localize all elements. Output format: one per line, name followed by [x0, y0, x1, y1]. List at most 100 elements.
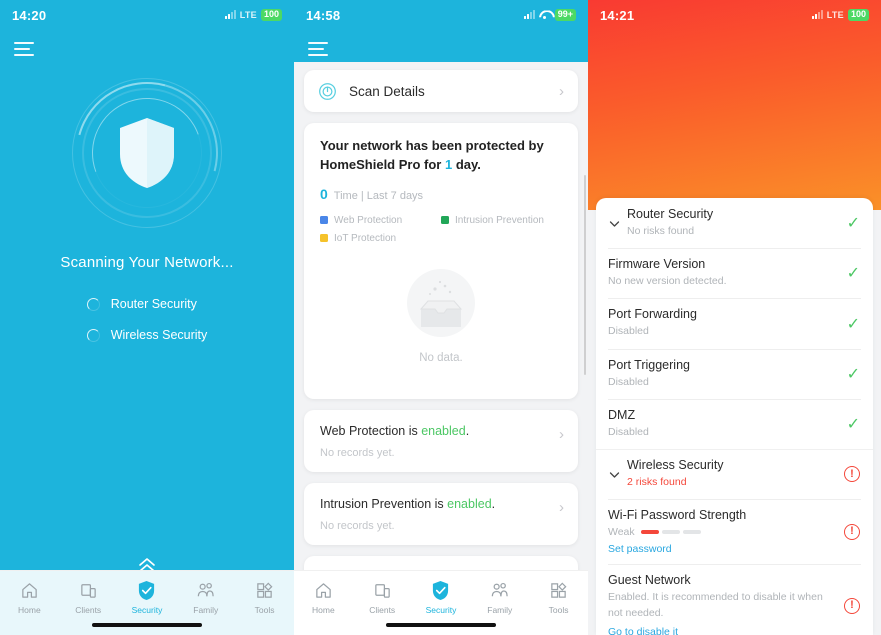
tab-family[interactable]: Family [470, 579, 529, 615]
legend-item-iot-protection: IoT Protection [320, 233, 441, 244]
tab-tools[interactable]: Tools [529, 579, 588, 615]
chevron-down-icon[interactable] [608, 217, 621, 230]
scan-area: Scanning Your Network... Router Security… [0, 56, 294, 359]
tab-label: Clients [369, 605, 396, 615]
shield-check-icon [412, 579, 471, 601]
protection-card-web[interactable]: Web Protection is enabled. No records ye… [304, 409, 578, 472]
risk-item-firmware-version[interactable]: Firmware Version No new version detected… [596, 248, 873, 298]
protection-card-intrusion[interactable]: Intrusion Prevention is enabled. No reco… [304, 482, 578, 545]
warning-icon: ! [844, 523, 860, 540]
home-indicator [386, 623, 496, 627]
people-icon [176, 579, 235, 601]
set-password-link[interactable]: Set password [608, 543, 836, 555]
bottom-tab-bar: Home Clients Security Family Tools [0, 570, 294, 635]
protection-title: Intrusion Prevention is enabled. [320, 497, 562, 511]
group-title: Wireless Security [627, 458, 724, 473]
battery-badge: 99+ [554, 9, 576, 21]
devices-icon [59, 579, 118, 601]
check-icon: ✓ [846, 415, 860, 433]
legend: Web Protection Intrusion Prevention IoT … [320, 215, 562, 251]
item-title: Firmware Version [608, 257, 706, 272]
risk-hero-background [588, 0, 881, 210]
stats-count: 0 [320, 185, 328, 202]
battery-badge: 100 [260, 9, 282, 21]
tab-label: Family [487, 605, 513, 615]
protection-subtitle: No records yet. [320, 446, 395, 459]
scan-item-list: Router Security Wireless Security [86, 297, 208, 359]
chevron-right-icon: › [559, 82, 564, 100]
hamburger-menu-icon[interactable] [14, 42, 34, 56]
wifi-icon [539, 10, 551, 20]
tab-tools[interactable]: Tools [235, 579, 294, 615]
tab-security[interactable]: Security [412, 579, 471, 615]
chevron-down-icon[interactable] [608, 468, 621, 481]
legend-label: Web Protection [334, 214, 403, 226]
risk-item-wifi-password-strength[interactable]: Wi-Fi Password Strength Weak Set passwor… [596, 499, 873, 564]
risk-item-port-triggering[interactable]: Port Triggering Disabled ✓ [596, 348, 873, 399]
scan-item-router-security: Router Security [86, 297, 208, 311]
status-indicators: LTE 100 [224, 9, 282, 21]
status-bar: 14:58 99+ [294, 0, 588, 30]
item-body: Port Forwarding Disabled [608, 307, 839, 339]
check-icon: ✓ [846, 215, 860, 233]
empty-box-icon [407, 268, 475, 337]
warning-icon: ! [844, 466, 860, 483]
scan-details-label: Scan Details [349, 83, 425, 99]
tab-security[interactable]: Security [118, 579, 177, 615]
panel2-scroll-container[interactable]: Scan Details › Your network has been pro… [294, 62, 588, 618]
risk-item-dmz[interactable]: DMZ Disabled ✓ [596, 398, 873, 449]
stats-subtitle: 0 Time | Last 7 days [320, 186, 562, 202]
password-strength-meter: Weak [608, 526, 836, 538]
go-to-disable-link[interactable]: Go to disable it [608, 626, 836, 635]
status-clock: 14:58 [306, 7, 341, 23]
legend-item-intrusion-prevention: Intrusion Prevention [441, 215, 562, 226]
group-subtitle: No risks found [627, 225, 695, 237]
grid-tools-icon [529, 579, 588, 601]
protection-suffix: . [465, 423, 470, 438]
protection-prefix: Web Protection is [320, 423, 422, 438]
loading-spinner-icon [86, 328, 100, 342]
scan-item-label: Wireless Security [110, 328, 208, 342]
strength-label: Weak [608, 526, 635, 539]
legend-label: IoT Protection [334, 232, 397, 244]
network-type-label: LTE [239, 9, 257, 20]
legend-label: Intrusion Prevention [455, 214, 544, 226]
title-suffix: day. [452, 156, 481, 172]
title-prefix: Your network has been protected by HomeS… [320, 138, 544, 172]
status-clock: 14:20 [12, 7, 47, 23]
tab-home[interactable]: Home [0, 579, 59, 615]
risk-list[interactable]: Router Security No risks found ✓ Firmwar… [596, 198, 873, 635]
status-indicators: 99+ [523, 9, 576, 21]
network-summary-card: Your network has been protected by HomeS… [304, 123, 578, 399]
shield-icon [120, 118, 174, 188]
item-subtitle: Disabled [608, 325, 649, 338]
strength-bars [640, 530, 701, 535]
chevron-right-icon: › [559, 425, 564, 443]
risk-group-wireless-security[interactable]: Wireless Security 2 risks found ! [596, 449, 873, 499]
signal-bars-icon [224, 10, 236, 20]
item-subtitle: No new version detected. [608, 275, 727, 288]
check-icon: ✓ [846, 315, 860, 333]
risk-item-port-forwarding[interactable]: Port Forwarding Disabled ✓ [596, 298, 873, 348]
risk-item-guest-network[interactable]: Guest Network Enabled. It is recommended… [596, 564, 873, 635]
item-subtitle: Enabled. It is recommended to disable it… [608, 591, 823, 619]
tab-home[interactable]: Home [294, 579, 353, 615]
group-title: Router Security [627, 207, 714, 221]
scrollbar-thumb[interactable] [583, 175, 586, 375]
item-subtitle: Disabled [608, 375, 649, 388]
tab-family[interactable]: Family [176, 579, 235, 615]
protection-suffix: . [491, 496, 496, 511]
risk-group-router-security[interactable]: Router Security No risks found ✓ [596, 198, 873, 248]
chevron-right-icon: › [559, 498, 564, 516]
scan-details-row[interactable]: Scan Details › [304, 70, 578, 112]
tab-label: Security [131, 605, 163, 615]
protection-title: Web Protection is enabled. [320, 424, 562, 438]
signal-bars-icon [811, 10, 823, 20]
group-subtitle: 2 risks found [627, 476, 687, 489]
tab-clients[interactable]: Clients [59, 579, 118, 615]
tab-clients[interactable]: Clients [353, 579, 412, 615]
loading-spinner-icon [86, 297, 100, 311]
check-icon: ✓ [846, 265, 860, 283]
scan-item-label: Router Security [110, 297, 197, 311]
tab-label: Clients [75, 605, 102, 615]
